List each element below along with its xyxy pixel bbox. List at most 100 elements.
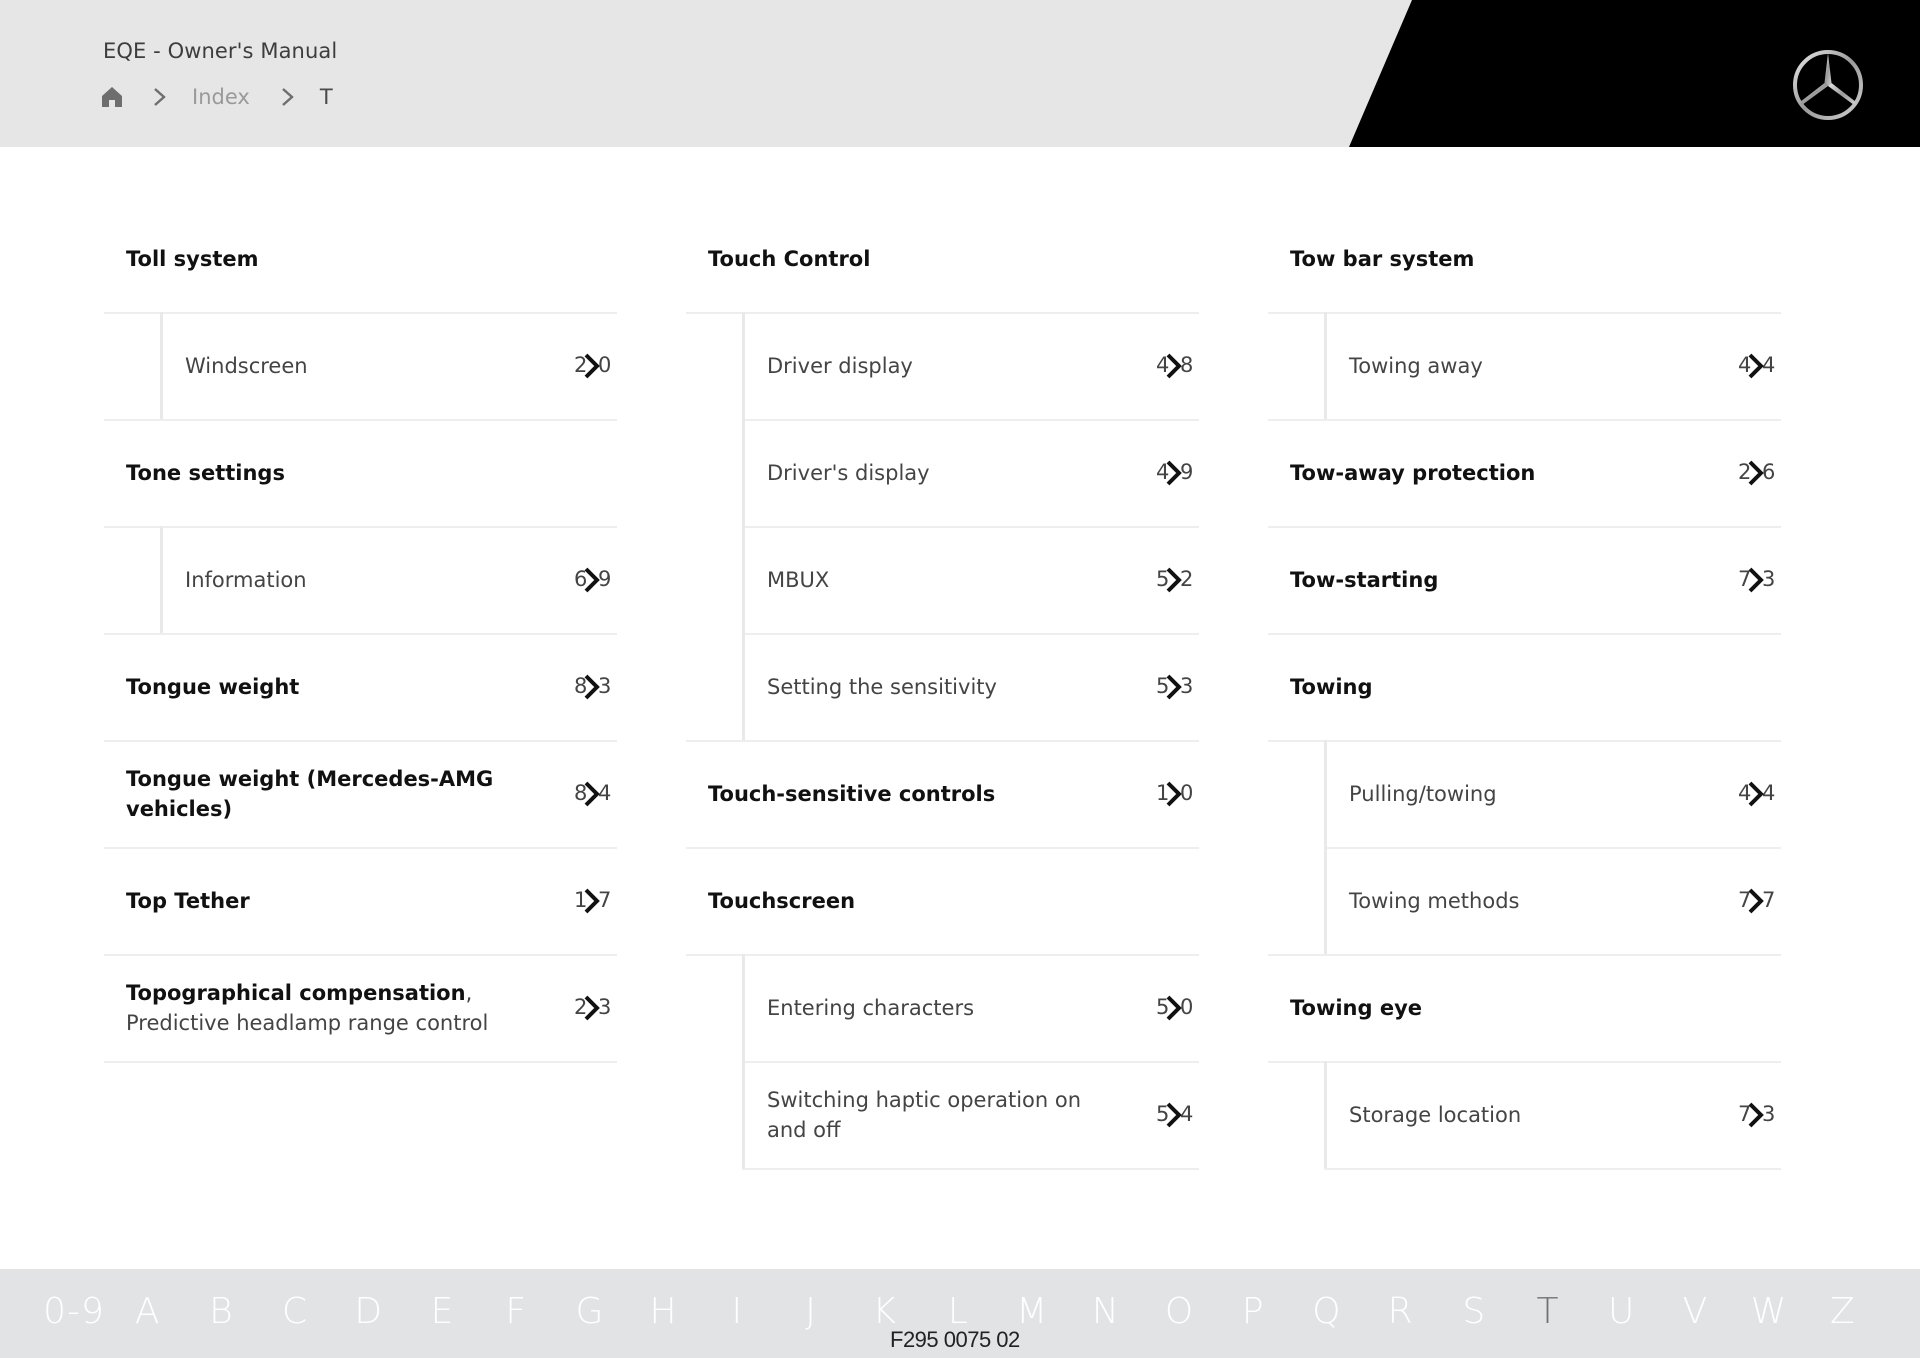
entry-label: Touchscreen xyxy=(708,886,1138,916)
index-subentry[interactable]: Entering characters 5 0 xyxy=(686,954,1199,1061)
alphabet-letter-i[interactable]: I xyxy=(731,1291,743,1332)
alphabet-letter-l[interactable]: L xyxy=(948,1291,969,1332)
index-entry[interactable]: Topographical compensation, Predictive h… xyxy=(104,954,617,1063)
entry-label-text: Tow-away protection xyxy=(1290,460,1536,485)
page-reference-link[interactable]: 69 xyxy=(571,565,617,595)
indent-line xyxy=(742,312,745,419)
index-subentry[interactable]: Windscreen 2 0 xyxy=(104,312,617,419)
breadcrumb-index-link[interactable]: Index xyxy=(192,85,250,109)
alphabet-letter-d[interactable]: D xyxy=(354,1291,383,1332)
entry-label-text: Touchscreen xyxy=(708,888,856,913)
index-subentry[interactable]: Driver display 4 8 xyxy=(686,312,1199,419)
page-reference-link[interactable]: 20 xyxy=(571,351,617,381)
alphabet-letter-c[interactable]: C xyxy=(282,1291,308,1332)
breadcrumb-current: T xyxy=(319,85,333,109)
chevron-right-icon xyxy=(1165,673,1183,701)
page-reference-link[interactable]: 44 xyxy=(1735,351,1781,381)
entry-label-text: Storage location xyxy=(1349,1102,1522,1127)
index-subentry[interactable]: MBUX 5 2 xyxy=(686,526,1199,633)
alphabet-letter-j[interactable]: J xyxy=(805,1291,817,1332)
page-reference-link[interactable]: 73 xyxy=(1735,565,1781,595)
page-reference-link[interactable]: 44 xyxy=(1735,779,1781,809)
alphabet-letter-g[interactable]: G xyxy=(575,1291,604,1332)
indent-line xyxy=(160,526,163,633)
entry-label: Towing xyxy=(1290,672,1720,702)
entry-label-text: Towing eye xyxy=(1290,995,1423,1020)
index-entry[interactable]: Tongue weight 8 3 xyxy=(104,633,617,740)
index-entry[interactable]: Tow-away protection 2 6 xyxy=(1268,419,1781,526)
chevron-right-icon xyxy=(1747,352,1765,380)
alphabet-letter-b[interactable]: B xyxy=(209,1291,234,1332)
index-entry[interactable]: Tongue weight (Mercedes-AMG vehicles) 8 4 xyxy=(104,740,617,847)
alphabet-letter-k[interactable]: K xyxy=(872,1291,897,1332)
entry-label: Top Tether xyxy=(126,886,556,916)
home-icon[interactable] xyxy=(100,85,124,109)
page-reference-link[interactable]: 26 xyxy=(1735,458,1781,488)
chevron-right-icon xyxy=(583,994,601,1022)
alphabet-letter-n[interactable]: N xyxy=(1092,1291,1120,1332)
page-reference-link[interactable]: 83 xyxy=(571,672,617,702)
index-entry[interactable]: Touch-sensitive controls 1 0 xyxy=(686,740,1199,847)
entry-label-text: Driver's display xyxy=(767,460,930,485)
alphabet-letter-p[interactable]: P xyxy=(1242,1291,1265,1332)
alphabet-letter-q[interactable]: Q xyxy=(1312,1291,1341,1332)
index-column-2: Touch Control Driver display 4 8 Driver's di… xyxy=(686,205,1199,1170)
entry-label-text: Tongue weight xyxy=(126,674,300,699)
alphabet-letter-s[interactable]: S xyxy=(1462,1291,1486,1332)
alphabet-letter-w[interactable]: W xyxy=(1751,1291,1788,1332)
entry-label-text: Top Tether xyxy=(126,888,250,913)
chevron-right-icon xyxy=(280,85,296,109)
index-entry: Toll system xyxy=(104,205,617,312)
index-subentry[interactable]: Pulling/towing 4 4 xyxy=(1268,740,1781,847)
entry-label: Windscreen xyxy=(185,351,545,381)
alphabet-letter-o[interactable]: O xyxy=(1165,1291,1194,1332)
alphabet-letter-v[interactable]: V xyxy=(1683,1291,1709,1332)
page-reference-link[interactable]: 50 xyxy=(1153,993,1199,1023)
alphabet-letter-t[interactable]: T xyxy=(1537,1291,1560,1332)
alphabet-letter-a[interactable]: A xyxy=(135,1291,161,1332)
index-entry[interactable]: Tow-starting 7 3 xyxy=(1268,526,1781,633)
entry-label-text: MBUX xyxy=(767,567,830,592)
alphabet-letter-h[interactable]: H xyxy=(650,1291,678,1332)
page-reference-link[interactable]: 17 xyxy=(571,886,617,916)
entry-label: Tow bar system xyxy=(1290,244,1720,274)
alphabet-letter-u[interactable]: U xyxy=(1608,1291,1635,1332)
page-reference-link[interactable]: 54 xyxy=(1153,1100,1199,1130)
breadcrumb: Index T xyxy=(100,82,333,112)
alphabet-letter-f[interactable]: F xyxy=(505,1291,527,1332)
entry-label: Driver's display xyxy=(767,458,1127,488)
index-subentry[interactable]: Towing methods 7 7 xyxy=(1268,847,1781,954)
entry-label-text: Windscreen xyxy=(185,353,308,378)
alphabet-letter-z[interactable]: Z xyxy=(1830,1291,1856,1332)
page-reference-link[interactable]: 10 xyxy=(1153,779,1199,809)
index-entry: Tone settings xyxy=(104,419,617,526)
page-reference-link[interactable]: 52 xyxy=(1153,565,1199,595)
page-reference-link[interactable]: 23 xyxy=(571,993,617,1023)
page-reference-link[interactable]: 84 xyxy=(571,779,617,809)
chevron-right-icon xyxy=(583,887,601,915)
index-subentry[interactable]: Information 6 9 xyxy=(104,526,617,633)
entry-label-text: Entering characters xyxy=(767,995,975,1020)
entry-label: Pulling/towing xyxy=(1349,779,1709,809)
page-reference-link[interactable]: 48 xyxy=(1153,351,1199,381)
alphabet-letter-m[interactable]: M xyxy=(1016,1291,1048,1332)
chevron-right-icon xyxy=(1747,887,1765,915)
entry-label: Tone settings xyxy=(126,458,556,488)
index-subentry[interactable]: Storage location 7 3 xyxy=(1268,1061,1781,1170)
alphabet-letter-0-9[interactable]: 0-9 xyxy=(43,1291,105,1332)
index-subentry[interactable]: Switching haptic operation on and off 5 4 xyxy=(686,1061,1199,1170)
index-entry: Touch Control xyxy=(686,205,1199,312)
chevron-right-icon xyxy=(1165,1101,1183,1129)
alphabet-letter-r[interactable]: R xyxy=(1388,1291,1414,1332)
index-subentry[interactable]: Towing away 4 4 xyxy=(1268,312,1781,419)
alphabet-letter-e[interactable]: E xyxy=(431,1291,455,1332)
page-reference-link[interactable]: 53 xyxy=(1153,672,1199,702)
index-subentry[interactable]: Setting the sensitivity 5 3 xyxy=(686,633,1199,740)
index-entry[interactable]: Top Tether 1 7 xyxy=(104,847,617,954)
page-reference-link[interactable]: 73 xyxy=(1735,1100,1781,1130)
index-subentry[interactable]: Driver's display 4 9 xyxy=(686,419,1199,526)
entry-label-text: Tow-starting xyxy=(1290,567,1439,592)
page-reference-link[interactable]: 49 xyxy=(1153,458,1199,488)
page-reference-link[interactable]: 77 xyxy=(1735,886,1781,916)
indent-line xyxy=(742,419,745,526)
